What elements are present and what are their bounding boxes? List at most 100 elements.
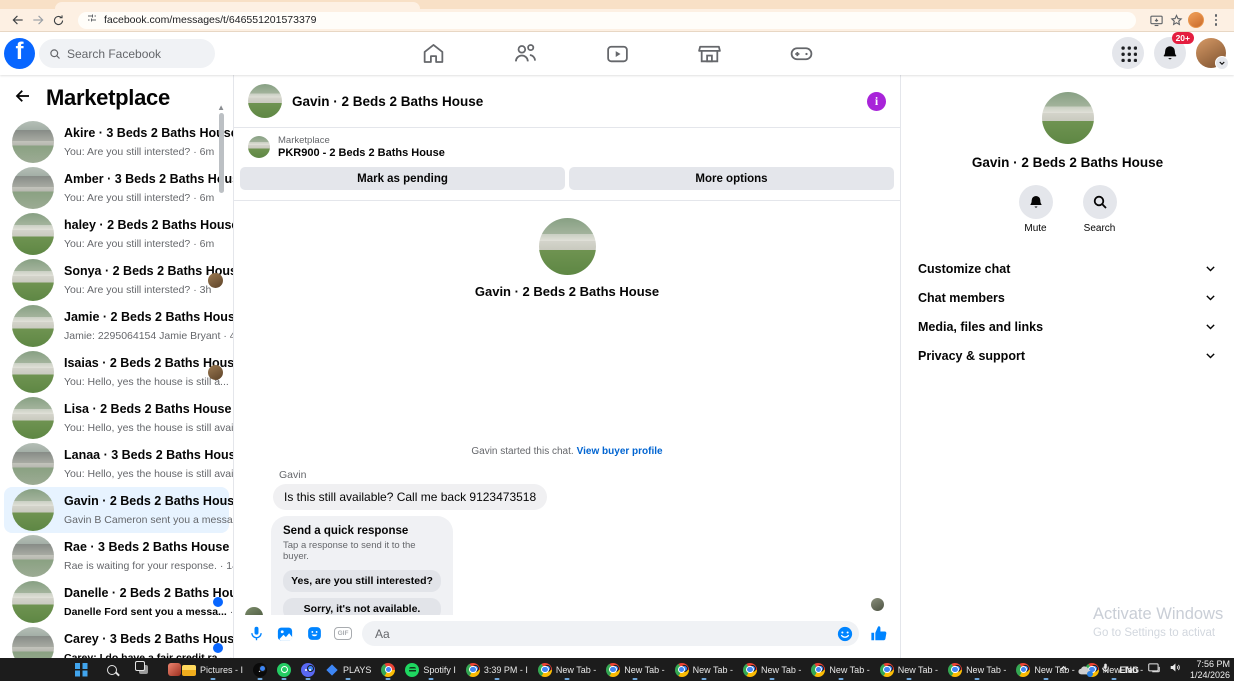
- details-section-row[interactable]: Customize chat: [901, 254, 1234, 283]
- chat-list-item[interactable]: Danelle · 2 Beds 2 Baths House Danelle F…: [4, 579, 255, 625]
- chat-name: Gavin · 2 Beds 2 Baths House: [64, 494, 242, 508]
- quick-response-option[interactable]: Sorry, it's not available.: [283, 598, 441, 615]
- chat-preview: You: Are you still intersted?: [64, 238, 191, 250]
- taskbar-app-button[interactable]: New Tab -: [739, 658, 805, 681]
- nav-friends-icon[interactable]: [512, 41, 538, 67]
- screen: facebook.com/messages/t/646551201573379 …: [0, 0, 1234, 681]
- chat-list-item[interactable]: Gavin · 2 Beds 2 Baths House Gavin B Cam…: [4, 487, 262, 533]
- forward-arrow-icon[interactable]: [28, 11, 48, 29]
- chat-list-item[interactable]: Rae · 3 Beds 2 Baths House Rae is waitin…: [4, 533, 246, 579]
- taskbar-app-button[interactable]: Pictures - I: [178, 658, 247, 681]
- emoji-icon[interactable]: [835, 624, 855, 644]
- chat-avatar: [12, 213, 54, 255]
- chat-profile-block: Gavin · 2 Beds 2 Baths House: [234, 218, 900, 299]
- nav-marketplace-icon[interactable]: [696, 41, 722, 67]
- back-icon[interactable]: [14, 87, 32, 110]
- taskbar-app-button[interactable]: 3:39 PM - I: [462, 658, 532, 681]
- profile-avatar[interactable]: [1196, 38, 1229, 70]
- thumbs-up-icon[interactable]: [868, 624, 888, 644]
- quick-response-card: Send a quick response Tap a response to …: [271, 516, 453, 615]
- facebook-logo[interactable]: f: [4, 38, 35, 69]
- taskbar-app-button[interactable]: PLAYS: [321, 658, 375, 681]
- chat-list-item[interactable]: Sonya · 2 Beds 2 Baths House You: Are yo…: [4, 257, 244, 303]
- more-options-button[interactable]: More options: [569, 167, 894, 190]
- language-indicator[interactable]: ENG: [1119, 665, 1139, 675]
- taskbar-app-button[interactable]: New Tab -: [671, 658, 737, 681]
- taskbar-app-button[interactable]: New Tab -: [944, 658, 1010, 681]
- tray-chevron-up-icon[interactable]: [1058, 661, 1069, 679]
- taskbar-app-button[interactable]: New Tab -: [807, 658, 873, 681]
- taskbar-app-button[interactable]: New Tab -: [876, 658, 942, 681]
- chat-avatar: [12, 305, 54, 347]
- speaker-icon[interactable]: [1169, 661, 1182, 679]
- details-section-row[interactable]: Chat members: [901, 283, 1234, 312]
- chat-list-item[interactable]: Lanaa · 3 Beds 2 Baths House You: Hello,…: [4, 441, 263, 487]
- nav-watch-icon[interactable]: [604, 41, 630, 67]
- quick-response-option[interactable]: Yes, are you still interested?: [283, 570, 441, 592]
- microphone-icon[interactable]: [1100, 661, 1111, 679]
- taskbar-app-button[interactable]: [377, 658, 399, 681]
- chat-list-item[interactable]: Akire · 3 Beds 2 Baths House You: Are yo…: [4, 119, 238, 165]
- sidebar-scrollbar[interactable]: [219, 113, 224, 193]
- search-in-chat-button[interactable]: Search: [1082, 185, 1117, 234]
- taskbar-apps: Pictures - I PLAYS: [178, 658, 1147, 681]
- taskbar-app-button[interactable]: Spotify I: [401, 658, 460, 681]
- bookmark-star-icon[interactable]: [1166, 11, 1186, 29]
- marketplace-listing-row[interactable]: Marketplace PKR900 - 2 Beds 2 Baths Hous…: [234, 128, 900, 163]
- menu-dots-icon[interactable]: [1206, 11, 1226, 29]
- apps-menu-button[interactable]: [1112, 37, 1144, 69]
- chat-list-item[interactable]: Amber · 3 Beds 2 Baths House You: Are yo…: [4, 165, 246, 211]
- browser-active-tab[interactable]: [55, 2, 420, 9]
- chevron-down-icon: [1206, 266, 1215, 272]
- message-input[interactable]: [362, 621, 859, 646]
- chat-list-item[interactable]: haley · 2 Beds 2 Baths House You: Are yo…: [4, 211, 238, 257]
- address-bar[interactable]: facebook.com/messages/t/646551201573379: [78, 11, 1136, 29]
- chat-list-item[interactable]: Lisa · 2 Beds 2 Baths House You: Hello, …: [4, 395, 263, 441]
- chat-header-avatar[interactable]: [248, 84, 282, 118]
- taskbar-search-icon[interactable]: [103, 660, 121, 680]
- conversation-details-panel: Gavin · 2 Beds 2 Baths House Mute Search…: [901, 75, 1234, 658]
- header-right-cluster: 20+: [1112, 32, 1229, 70]
- nav-home-icon[interactable]: [420, 41, 446, 67]
- chevron-down-icon: [1206, 353, 1215, 359]
- details-section-row[interactable]: Media, files and links: [901, 312, 1234, 341]
- facebook-search-input[interactable]: Search Facebook: [39, 39, 215, 68]
- taskbar-app-button[interactable]: [249, 658, 271, 681]
- sticker-icon[interactable]: [304, 624, 324, 644]
- chat-list-item[interactable]: Isaias · 2 Beds 2 Baths House You: Hello…: [4, 349, 250, 395]
- gif-icon[interactable]: GIF: [333, 624, 353, 644]
- listing-avatar: [248, 136, 270, 158]
- taskbar-app-button[interactable]: [273, 658, 295, 681]
- task-view-icon[interactable]: [134, 660, 152, 680]
- refresh-icon[interactable]: [48, 11, 68, 29]
- info-icon[interactable]: i: [867, 91, 886, 111]
- view-buyer-profile-link[interactable]: View buyer profile: [577, 446, 663, 457]
- mark-as-pending-button[interactable]: Mark as pending: [240, 167, 565, 190]
- chat-name: Danelle · 2 Beds 2 Baths House: [64, 586, 251, 600]
- search-icon: [50, 48, 60, 59]
- taskbar-app-button[interactable]: New Tab -: [602, 658, 668, 681]
- onedrive-icon[interactable]: [1077, 664, 1094, 677]
- notifications-button[interactable]: 20+: [1154, 32, 1194, 69]
- taskbar-app-button[interactable]: [297, 658, 319, 681]
- details-section-row[interactable]: Privacy & support: [901, 341, 1234, 370]
- browser-profile-avatar[interactable]: [1186, 11, 1206, 29]
- taskbar-app-button[interactable]: New Tab -: [534, 658, 600, 681]
- scroll-up-arrow[interactable]: ▲: [217, 103, 225, 112]
- bell-icon: [1029, 196, 1042, 208]
- back-arrow-icon[interactable]: [8, 11, 28, 29]
- notification-dot: [471, 664, 479, 672]
- voice-clip-icon[interactable]: [246, 624, 266, 644]
- touch-keyboard-icon[interactable]: [1147, 661, 1161, 679]
- notification-badge: 20+: [1171, 32, 1194, 45]
- attach-photo-icon[interactable]: [275, 624, 295, 644]
- start-button-icon[interactable]: [72, 660, 90, 680]
- message-text-field[interactable]: [373, 625, 835, 642]
- mute-button[interactable]: Mute: [1018, 185, 1053, 234]
- cast-icon[interactable]: [1146, 11, 1166, 29]
- site-info-icon[interactable]: [86, 11, 98, 29]
- nav-gaming-icon[interactable]: [788, 41, 814, 67]
- chat-list-item[interactable]: Jamie · 2 Beds 2 Baths House Jamie: 2295…: [4, 303, 242, 349]
- taskbar-clock[interactable]: 7:56 PM 1/24/2026: [1190, 659, 1230, 680]
- app-label: New Tab -: [624, 664, 665, 675]
